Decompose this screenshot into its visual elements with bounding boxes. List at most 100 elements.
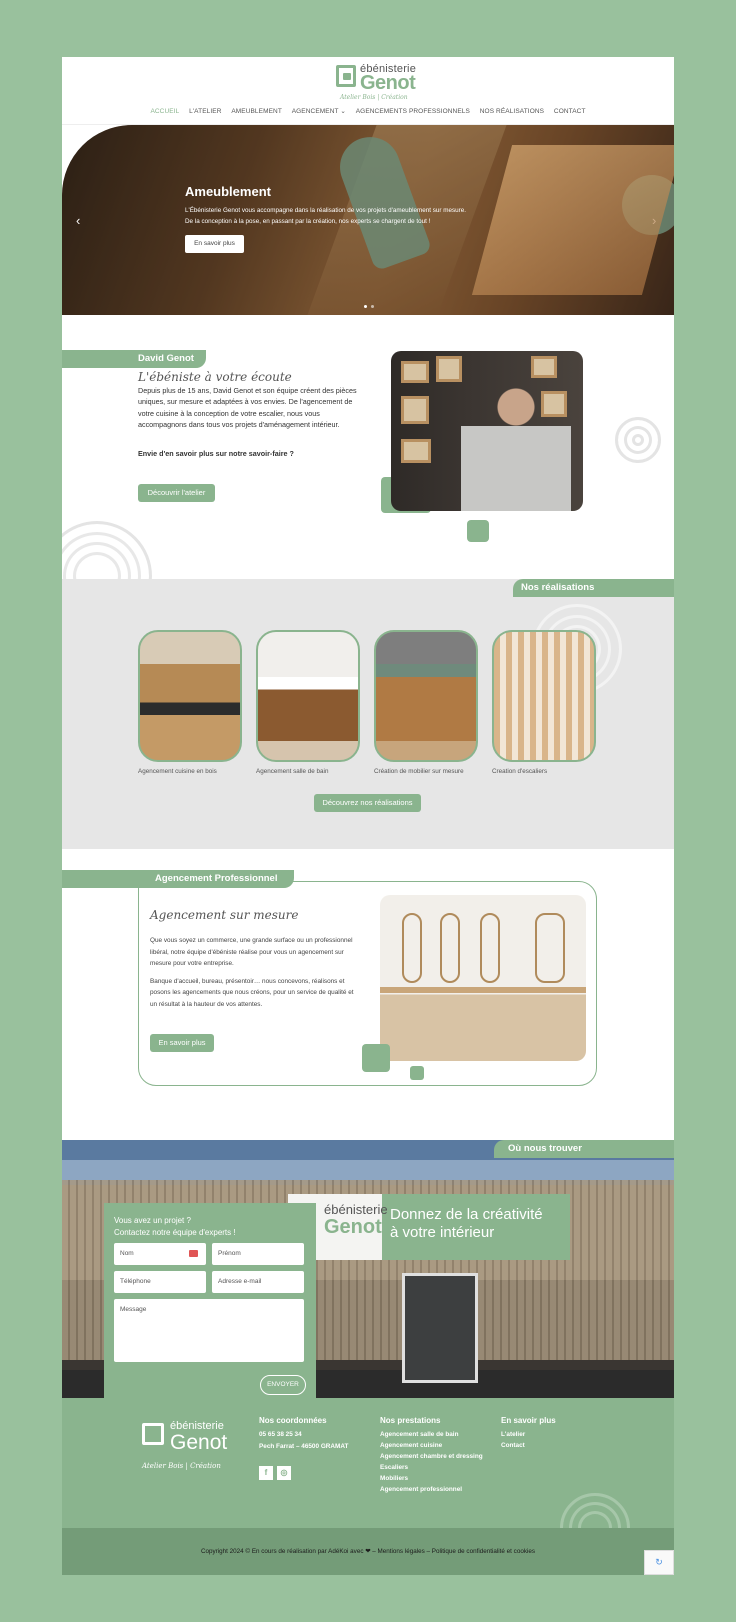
- footer-logo-mark-icon: [142, 1423, 164, 1445]
- hero-text: L'Ébénisterie Genot vous accompagne dans…: [185, 205, 505, 227]
- contact-form-title: Vous avez un projet ? Contactez notre éq…: [114, 1215, 236, 1239]
- banner-logo-top: ébénisterie: [324, 1202, 388, 1217]
- agencement-script-title: Agencement sur mesure: [150, 908, 299, 922]
- david-photo: [391, 351, 583, 511]
- footer-bottom-bar: Copyright 2024 © En cours de réalisation…: [62, 1528, 674, 1575]
- hero-text-line: De la conception à la pose, en passant p…: [185, 218, 431, 225]
- footer-logo-sub: Atelier Bois | Création: [142, 1462, 221, 1470]
- realisation-card-cuisine[interactable]: [138, 630, 242, 762]
- banner-slogan-line: à votre intérieur: [390, 1224, 495, 1241]
- footer-more-link[interactable]: Contact: [501, 1442, 525, 1449]
- realisation-caption[interactable]: Creation d'escaliers: [492, 768, 547, 775]
- decor-square: [362, 1044, 390, 1072]
- footer-address: Pech Farrat – 46500 GRAMAT: [259, 1443, 349, 1450]
- slider-dot[interactable]: [364, 305, 367, 308]
- photo-frame: [401, 396, 429, 424]
- nom-field[interactable]: Nom: [114, 1243, 206, 1265]
- prenom-field[interactable]: Prénom: [212, 1243, 304, 1265]
- nom-placeholder: Nom: [120, 1250, 134, 1257]
- hero-slider: Ameublement L'Ébénisterie Genot vous acc…: [62, 125, 674, 315]
- realisation-caption[interactable]: Agencement salle de bain: [256, 768, 328, 775]
- david-script-title: L'ébéniste à votre écoute: [138, 370, 292, 384]
- photo-frame: [401, 439, 431, 463]
- recaptcha-badge-icon[interactable]: ↻: [644, 1550, 674, 1575]
- photo-frame: [436, 356, 462, 382]
- contact-form: Vous avez un projet ? Contactez notre éq…: [104, 1203, 316, 1398]
- message-field[interactable]: Message: [114, 1299, 304, 1362]
- mirror-shape: [402, 913, 422, 983]
- form-title-line: Contactez notre équipe d'experts !: [114, 1228, 236, 1237]
- nav-item-contact[interactable]: CONTACT: [554, 108, 586, 115]
- decor-square: [467, 520, 489, 542]
- realisation-card-escaliers[interactable]: [492, 630, 596, 762]
- telephone-field[interactable]: Téléphone: [114, 1271, 206, 1293]
- discover-atelier-button[interactable]: Découvrir l'atelier: [138, 484, 215, 502]
- email-field[interactable]: Adresse e-mail: [212, 1271, 304, 1293]
- section-tab-david: David Genot: [62, 350, 206, 368]
- david-question: Envie d'en savoir plus sur notre savoir-…: [138, 449, 294, 458]
- shelf-shape: [380, 987, 586, 993]
- nav-item-ameublement[interactable]: AMEUBLEMENT: [231, 108, 282, 115]
- banner-logo-main: Genot: [324, 1216, 382, 1238]
- footer-prestation-link[interactable]: Agencement chambre et dressing: [380, 1453, 483, 1460]
- send-button[interactable]: ENVOYER: [260, 1375, 306, 1395]
- slider-dots[interactable]: [362, 295, 376, 313]
- site-footer: ébénisterie Genot Atelier Bois | Créatio…: [62, 1398, 674, 1563]
- footer-logo-main: Genot: [170, 1431, 228, 1454]
- nav-item-accueil[interactable]: ACCUEIL: [150, 108, 179, 115]
- agencement-more-button[interactable]: En savoir plus: [150, 1034, 214, 1052]
- logo-main-text: Genot: [360, 72, 416, 94]
- realisation-card-salle-de-bain[interactable]: [256, 630, 360, 762]
- wood-ring-icon: [615, 417, 661, 463]
- mirror-shape: [440, 913, 460, 983]
- realisation-card-mobilier[interactable]: [374, 630, 478, 762]
- footer-more-link[interactable]: L'atelier: [501, 1431, 525, 1438]
- mirror-shape: [480, 913, 500, 983]
- discover-realisations-button[interactable]: Découvrez nos réalisations: [314, 794, 421, 812]
- footer-prestation-link[interactable]: Agencement salle de bain: [380, 1431, 459, 1438]
- copyright-text[interactable]: Copyright 2024 © En cours de réalisation…: [62, 1548, 674, 1555]
- realisation-caption[interactable]: Agencement cuisine en bois: [138, 768, 217, 775]
- logo-sub-text: Atelier Bois | Création: [340, 94, 408, 101]
- footer-prestation-link[interactable]: Mobiliers: [380, 1475, 408, 1482]
- logo-mark-icon: [336, 65, 356, 87]
- hero-title: Ameublement: [185, 184, 271, 199]
- nav-item-realisations[interactable]: NOS RÉALISATIONS: [480, 108, 544, 115]
- footer-phone[interactable]: 05 65 38 25 34: [259, 1431, 302, 1438]
- hero-text-line: L'Ébénisterie Genot vous accompagne dans…: [185, 207, 467, 214]
- site-logo[interactable]: ébénisterie Genot Atelier Bois | Créatio…: [336, 61, 416, 103]
- section-tab-find-us: Où nous trouver: [494, 1140, 674, 1158]
- instagram-icon[interactable]: ◎: [277, 1466, 291, 1480]
- nav-item-atelier[interactable]: L'ATELIER: [189, 108, 221, 115]
- slider-next-icon[interactable]: ›: [652, 213, 656, 228]
- nav-item-agencement[interactable]: AGENCEMENT ⌄: [292, 108, 346, 115]
- footer-prestations-title: Nos prestations: [380, 1416, 441, 1425]
- photo-frame: [531, 356, 557, 378]
- main-nav: ACCUEIL L'ATELIER AMEUBLEMENT AGENCEMENT…: [62, 107, 674, 115]
- form-title-line: Vous avez un projet ?: [114, 1216, 191, 1225]
- footer-prestation-link[interactable]: Agencement cuisine: [380, 1442, 442, 1449]
- slider-dot[interactable]: [371, 305, 374, 308]
- mirror-shape: [535, 913, 565, 983]
- hero-more-button[interactable]: En savoir plus: [185, 235, 244, 253]
- nav-item-agencements-pro[interactable]: AGENCEMENTS PROFESSIONNELS: [356, 108, 470, 115]
- agencement-paragraph: Banque d'accueil, bureau, présentoir… no…: [150, 977, 354, 1008]
- facebook-icon[interactable]: f: [259, 1466, 273, 1480]
- section-tab-agencement: Agencement Professionnel: [62, 870, 294, 888]
- realisation-caption[interactable]: Création de mobilier sur mesure: [374, 768, 464, 775]
- footer-prestation-link[interactable]: Agencement professionnel: [380, 1486, 462, 1493]
- footer-more-title: En savoir plus: [501, 1416, 556, 1425]
- facade-door: [402, 1273, 478, 1383]
- slider-prev-icon[interactable]: ‹: [76, 213, 80, 228]
- photo-frame: [401, 361, 429, 383]
- agencement-paragraph: Que vous soyez un commerce, une grande s…: [150, 937, 353, 967]
- section-tab-realisations: Nos réalisations: [513, 579, 674, 597]
- agencement-text: Que vous soyez un commerce, une grande s…: [150, 935, 362, 1010]
- person-figure: [461, 381, 571, 511]
- banner-slogan-line: Donnez de la créativité: [390, 1206, 543, 1223]
- site-header: ébénisterie Genot Atelier Bois | Créatio…: [62, 57, 674, 125]
- agencement-photo: [380, 895, 586, 1061]
- page: ébénisterie Genot Atelier Bois | Créatio…: [62, 57, 674, 1575]
- footer-prestation-link[interactable]: Escaliers: [380, 1464, 408, 1471]
- footer-coords-title: Nos coordonnées: [259, 1416, 327, 1425]
